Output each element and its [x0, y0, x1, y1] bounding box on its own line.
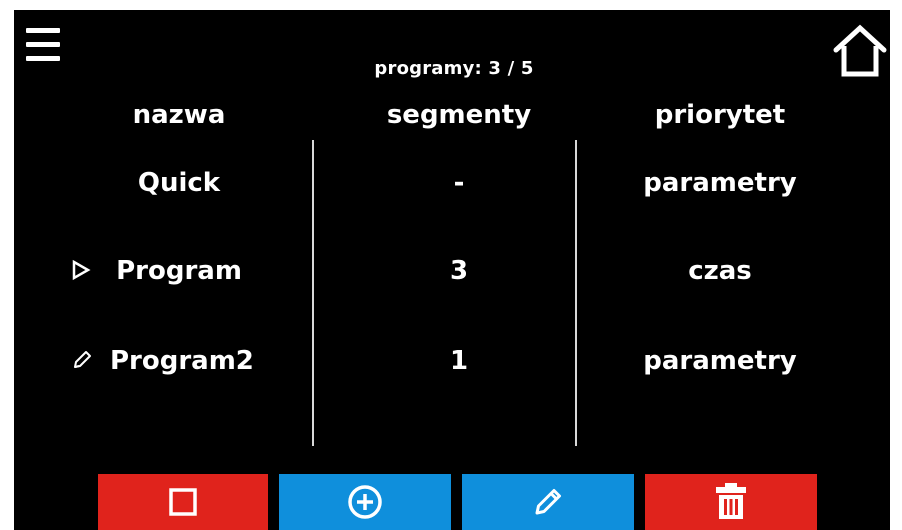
program-counter: programy: 3 / 5 [374, 58, 534, 79]
hamburger-menu-icon[interactable] [24, 26, 62, 70]
pencil-icon [535, 489, 561, 515]
stop-button[interactable] [98, 474, 268, 530]
play-outline-icon [68, 258, 92, 282]
add-program-button[interactable] [279, 474, 451, 530]
pencil-icon [70, 348, 94, 372]
program-priority: czas [688, 256, 752, 286]
column-header-name: nazwa [132, 100, 226, 130]
trash-icon [716, 483, 746, 519]
program-name: Program2 [110, 346, 254, 376]
program-name: Quick [137, 168, 221, 198]
column-header-priority: priorytet [654, 100, 786, 130]
stop-square-icon [169, 488, 197, 516]
program-segments: - [453, 168, 465, 198]
program-row-program2[interactable]: Program2 1 parametry [14, 330, 890, 392]
program-list-screen: programy: 3 / 5 nazwa segmenty priorytet… [14, 10, 890, 530]
program-row-program[interactable]: Program 3 czas [14, 240, 890, 302]
program-segments: 1 [449, 346, 469, 376]
program-segments: 3 [449, 256, 469, 286]
program-priority: parametry [643, 346, 797, 376]
program-name: Program [116, 256, 242, 286]
edit-program-button[interactable] [462, 474, 634, 530]
delete-program-button[interactable] [645, 474, 817, 530]
program-priority: parametry [643, 168, 797, 198]
home-icon[interactable] [832, 22, 888, 78]
add-circle-icon [348, 485, 382, 519]
program-row-quick[interactable]: Quick - parametry [14, 152, 890, 214]
column-header-segments: segmenty [386, 100, 532, 130]
